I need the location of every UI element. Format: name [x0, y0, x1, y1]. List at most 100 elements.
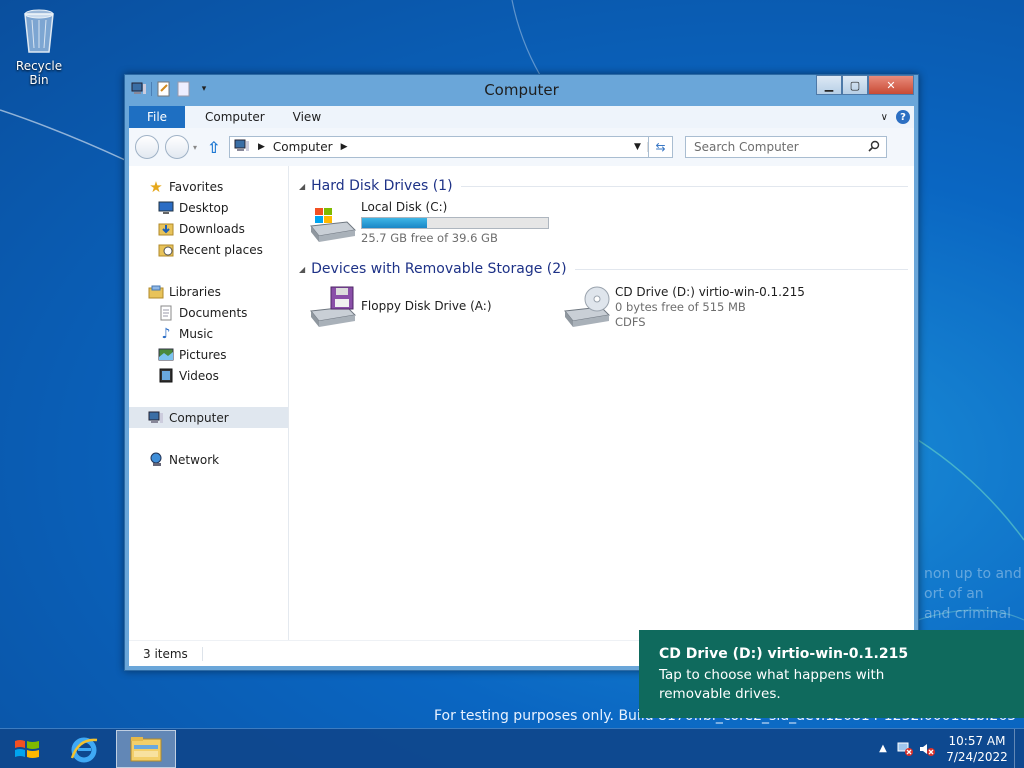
drive-c-usage-bar	[361, 217, 549, 229]
nav-documents-label: Documents	[179, 305, 248, 320]
floppy-drive-icon	[310, 286, 357, 327]
search-input[interactable]	[694, 140, 868, 154]
up-arrow-icon[interactable]: ⇧	[207, 138, 225, 157]
drive-c-free-space: 25.7 GB free of 39.6 GB	[361, 231, 498, 245]
documents-icon	[157, 305, 175, 321]
group-header-removable-storage[interactable]: ◢ Devices with Removable Storage (2)	[299, 259, 908, 279]
drive-d-filesystem: CDFS	[615, 315, 646, 329]
nav-videos-label: Videos	[179, 368, 219, 383]
maximize-icon: ▢	[849, 78, 861, 92]
drive-d-name: CD Drive (D:) virtio-win-0.1.215	[615, 285, 805, 299]
clock-date: 7/24/2022	[946, 749, 1008, 764]
clock-time: 10:57 AM	[948, 733, 1006, 748]
drive-floppy-a[interactable]: Floppy Disk Drive (A:)	[307, 285, 492, 329]
drive-cd-d[interactable]: CD Drive (D:) virtio-win-0.1.215 0 bytes…	[561, 285, 805, 329]
nav-pictures[interactable]: Pictures	[129, 344, 288, 365]
title-bar[interactable]: ▾ Computer ▁ ▢ ✕	[125, 75, 918, 105]
ribbon-tabs: File Computer View ∨ ?	[129, 106, 914, 128]
network-icon	[147, 452, 165, 468]
drive-c-name: Local Disk (C:)	[361, 200, 448, 214]
taskbar-file-explorer[interactable]	[116, 729, 176, 768]
address-bar[interactable]: ▶ Computer ▶ ▼	[229, 136, 649, 158]
breadcrumb-chevron-icon[interactable]: ▶	[258, 142, 265, 152]
close-button[interactable]: ✕	[868, 75, 914, 95]
refresh-button[interactable]: ⇆	[649, 136, 673, 158]
clock[interactable]: 10:57 AM 7/24/2022	[944, 733, 1010, 765]
nav-computer[interactable]: Computer	[129, 407, 288, 428]
explorer-window: ▾ Computer ▁ ▢ ✕ File Computer View ∨ ? …	[124, 74, 919, 671]
nav-downloads[interactable]: Downloads	[129, 218, 288, 239]
group-removable-label: Devices with Removable Storage (2)	[311, 261, 567, 277]
start-button[interactable]	[0, 729, 54, 768]
window-title: Computer	[484, 81, 559, 99]
nav-desktop[interactable]: Desktop	[129, 197, 288, 218]
search-icon[interactable]	[868, 140, 880, 155]
nav-recent-places-label: Recent places	[179, 242, 263, 257]
nav-network[interactable]: Network	[129, 449, 288, 470]
minimize-icon: ▁	[824, 78, 834, 92]
address-dropdown-icon[interactable]: ▼	[628, 142, 648, 152]
nav-favorites[interactable]: ★ Favorites	[129, 176, 288, 197]
nav-recent-places[interactable]: Recent places	[129, 239, 288, 260]
ribbon-right-controls: ∨ ?	[881, 110, 914, 124]
libraries-icon	[147, 284, 165, 300]
background-faint-text: non up to and ort of an and criminal	[924, 566, 1022, 622]
desktop-icon	[157, 200, 175, 216]
star-icon: ★	[149, 177, 163, 196]
nav-music[interactable]: ♪ Music	[129, 323, 288, 344]
tab-view[interactable]: View	[285, 110, 341, 124]
breadcrumb-computer[interactable]: Computer	[273, 140, 333, 154]
group-collapse-icon[interactable]: ◢	[299, 182, 305, 191]
taskbar-internet-explorer[interactable]	[54, 730, 114, 768]
close-icon: ✕	[886, 78, 896, 92]
file-explorer-icon	[130, 736, 162, 761]
tab-computer[interactable]: Computer	[185, 110, 285, 124]
hard-drive-windows-icon	[310, 208, 357, 242]
tab-file[interactable]: File	[129, 106, 185, 128]
nav-videos[interactable]: Videos	[129, 365, 288, 386]
drive-local-disk-c[interactable]: Local Disk (C:) 25.7 GB free of 39.6 GB	[307, 200, 549, 245]
status-item-count: 3 items	[143, 646, 188, 661]
nav-pictures-label: Pictures	[179, 347, 227, 362]
recent-places-icon	[157, 242, 175, 258]
drive-d-free-space: 0 bytes free of 515 MB	[615, 300, 746, 314]
recycle-bin-label: Recycle Bin	[15, 59, 63, 87]
forward-button[interactable]	[165, 135, 189, 159]
system-tray: ▲ 10:57 AM 7/24/2022	[872, 728, 1024, 768]
toast-title: CD Drive (D:) virtio-win-0.1.215	[659, 646, 909, 662]
computer-icon	[147, 410, 165, 426]
computer-address-icon	[234, 139, 250, 156]
network-error-icon[interactable]	[894, 739, 916, 759]
group-header-hard-disk-drives[interactable]: ◢ Hard Disk Drives (1)	[299, 176, 908, 196]
minimize-button[interactable]: ▁	[816, 75, 842, 95]
back-button[interactable]	[135, 135, 159, 159]
autoplay-toast-notification[interactable]: CD Drive (D:) virtio-win-0.1.215 Tap to …	[639, 630, 1024, 718]
nav-libraries[interactable]: Libraries	[129, 281, 288, 302]
show-hidden-icons-chevron-icon[interactable]: ▲	[872, 739, 894, 759]
downloads-icon	[157, 221, 175, 237]
group-hdd-label: Hard Disk Drives (1)	[311, 178, 453, 194]
videos-icon	[157, 368, 175, 384]
internet-explorer-icon	[70, 737, 98, 762]
recent-locations-chevron-icon[interactable]: ▾	[193, 143, 201, 152]
recycle-bin-desktop-icon[interactable]: Recycle Bin	[6, 6, 72, 87]
expand-ribbon-chevron-icon[interactable]: ∨	[881, 112, 888, 123]
help-icon[interactable]: ?	[896, 110, 910, 124]
show-desktop-button[interactable]	[1014, 728, 1024, 768]
content-pane: ◢ Hard Disk Drives (1) Local Disk (C:) 2…	[291, 166, 914, 640]
refresh-icon: ⇆	[655, 140, 666, 154]
nav-documents[interactable]: Documents	[129, 302, 288, 323]
drive-c-usage-fill	[362, 218, 428, 228]
nav-music-label: Music	[179, 326, 214, 341]
volume-muted-icon[interactable]	[916, 739, 938, 759]
breadcrumb-chevron-icon[interactable]: ▶	[341, 142, 348, 152]
nav-libraries-label: Libraries	[169, 284, 221, 299]
pictures-icon	[157, 347, 175, 363]
maximize-button[interactable]: ▢	[842, 75, 868, 95]
nav-favorites-label: Favorites	[169, 179, 224, 194]
recycle-bin-icon	[24, 9, 54, 53]
nav-network-label: Network	[169, 452, 220, 467]
search-box[interactable]	[685, 136, 887, 158]
group-collapse-icon[interactable]: ◢	[299, 265, 305, 274]
navigation-pane: ★ Favorites Desktop Downloads Recent pla…	[129, 166, 289, 640]
